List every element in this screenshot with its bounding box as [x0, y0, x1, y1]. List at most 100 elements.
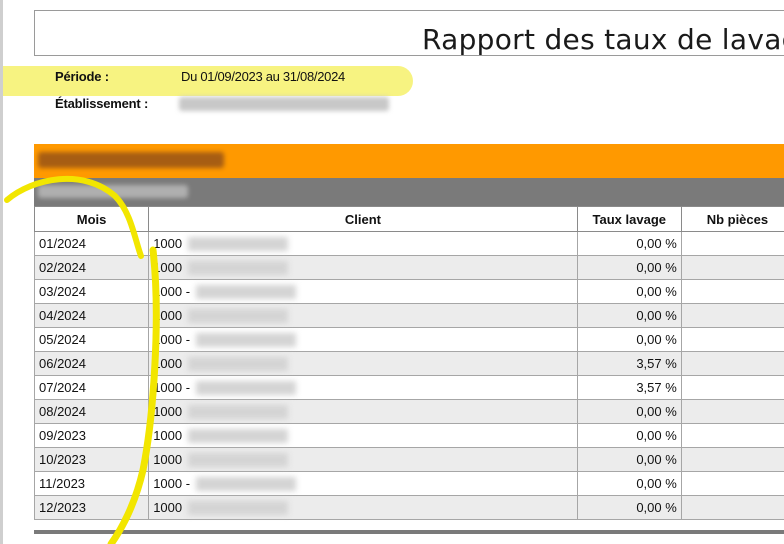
cell-client: 1000 -: [148, 471, 578, 496]
cell-client: 1000: [148, 351, 578, 376]
client-name-redacted: [188, 237, 289, 252]
client-code: 1000: [153, 451, 183, 467]
table-row: 11/2023 1000 - 0,00 %: [33, 471, 784, 496]
cell-nb-pieces: [680, 423, 784, 448]
cell-client: 1000: [148, 303, 578, 328]
client-name-redacted: [188, 309, 289, 324]
cell-client: 1000: [148, 231, 578, 256]
cell-mois: 05/2024: [33, 327, 150, 352]
table-body: 01/2024 1000 0,00 % 02/2024 1000 0,00 % 03/202…: [33, 231, 784, 520]
group-header-redacted: [38, 152, 224, 168]
report-title-box: Rapport des taux de lavage: [34, 10, 784, 56]
cell-mois: 10/2023: [33, 447, 150, 472]
cell-mois: 06/2024: [33, 351, 150, 376]
cell-nb-pieces: [680, 375, 784, 400]
table-row: 03/2024 1000 - 0,00 %: [33, 279, 784, 304]
cell-client: 1000 -: [148, 279, 578, 304]
header-mois: Mois: [33, 206, 150, 232]
cell-nb-pieces: [680, 279, 784, 304]
client-name-redacted: [188, 405, 289, 420]
client-name-redacted: [188, 261, 289, 276]
cell-taux-lavage: 0,00 %: [576, 447, 682, 472]
cell-nb-pieces: [680, 327, 784, 352]
client-code: 1000 -: [153, 331, 191, 347]
client-name-redacted: [188, 357, 289, 372]
cell-taux-lavage: 0,00 %: [576, 279, 682, 304]
cell-nb-pieces: [680, 399, 784, 424]
client-name-redacted: [196, 381, 297, 396]
report-page: Rapport des taux de lavage Période : Du …: [0, 0, 784, 544]
client-code: 1000: [153, 259, 183, 275]
period-label: Période :: [55, 69, 109, 84]
header-client: Client: [148, 206, 578, 232]
client-name-redacted: [196, 285, 297, 300]
client-code: 1000: [153, 427, 183, 443]
table-row: 04/2024 1000 0,00 %: [33, 303, 784, 328]
cell-client: 1000: [148, 399, 578, 424]
cell-client: 1000: [148, 447, 578, 472]
cell-taux-lavage: 0,00 %: [576, 423, 682, 448]
table-row: 06/2024 1000 3,57 %: [33, 351, 784, 376]
cell-mois: 07/2024: [33, 375, 150, 400]
client-name-redacted: [196, 333, 297, 348]
cell-mois: 11/2023: [33, 471, 150, 496]
wash-rate-table: Mois Client Taux lavage Nb pièces 01/202…: [33, 206, 784, 520]
establishment-value-redacted: [179, 97, 389, 111]
cell-taux-lavage: 3,57 %: [576, 351, 682, 376]
cell-nb-pieces: [680, 351, 784, 376]
cell-client: 1000: [148, 255, 578, 280]
table-row: 09/2023 1000 0,00 %: [33, 423, 784, 448]
cell-taux-lavage: 0,00 %: [576, 471, 682, 496]
cell-client: 1000: [148, 423, 578, 448]
period-value: Du 01/09/2023 au 31/08/2024: [181, 69, 345, 84]
report-title: Rapport des taux de lavage: [422, 23, 784, 56]
cell-mois: 09/2023: [33, 423, 150, 448]
cell-taux-lavage: 3,57 %: [576, 375, 682, 400]
cell-mois: 12/2023: [33, 495, 150, 520]
header-nb-pieces: Nb pièces: [680, 206, 784, 232]
table-row: 05/2024 1000 - 0,00 %: [33, 327, 784, 352]
table-row: 02/2024 1000 0,00 %: [33, 255, 784, 280]
cell-nb-pieces: [680, 495, 784, 520]
client-name-redacted: [188, 429, 289, 444]
table-row: 10/2023 1000 0,00 %: [33, 447, 784, 472]
header-taux-lavage: Taux lavage: [576, 206, 682, 232]
table-row: 08/2024 1000 0,00 %: [33, 399, 784, 424]
table-row: 12/2023 1000 0,00 %: [33, 495, 784, 520]
cell-taux-lavage: 0,00 %: [576, 495, 682, 520]
cell-mois: 08/2024: [33, 399, 150, 424]
client-code: 1000: [153, 499, 183, 515]
client-code: 1000 -: [153, 283, 191, 299]
cell-mois: 01/2024: [33, 231, 150, 256]
client-name-redacted: [196, 477, 297, 492]
client-code: 1000 -: [153, 475, 191, 491]
cell-mois: 04/2024: [33, 303, 150, 328]
client-code: 1000: [153, 355, 183, 371]
cell-taux-lavage: 0,00 %: [576, 399, 682, 424]
cell-nb-pieces: [680, 303, 784, 328]
client-name-redacted: [188, 501, 289, 516]
cell-client: 1000: [148, 495, 578, 520]
table-header-row: Mois Client Taux lavage Nb pièces: [33, 206, 784, 232]
cell-client: 1000 -: [148, 327, 578, 352]
table-row: 01/2024 1000 0,00 %: [33, 231, 784, 256]
client-code: 1000: [153, 403, 183, 419]
group-header-bar: [34, 144, 784, 178]
cell-taux-lavage: 0,00 %: [576, 327, 682, 352]
subgroup-header-redacted: [38, 185, 188, 198]
cell-taux-lavage: 0,00 %: [576, 231, 682, 256]
client-name-redacted: [188, 453, 289, 468]
client-code: 1000 -: [153, 379, 191, 395]
cell-mois: 02/2024: [33, 255, 150, 280]
client-code: 1000: [153, 307, 183, 323]
subgroup-header-bar: [34, 178, 784, 206]
cell-nb-pieces: [680, 231, 784, 256]
cell-nb-pieces: [680, 447, 784, 472]
cell-mois: 03/2024: [33, 279, 150, 304]
cell-client: 1000 -: [148, 375, 578, 400]
table-bottom-rule: [34, 530, 784, 534]
establishment-label: Établissement :: [55, 96, 149, 111]
cell-nb-pieces: [680, 471, 784, 496]
cell-nb-pieces: [680, 255, 784, 280]
client-code: 1000: [153, 235, 183, 251]
